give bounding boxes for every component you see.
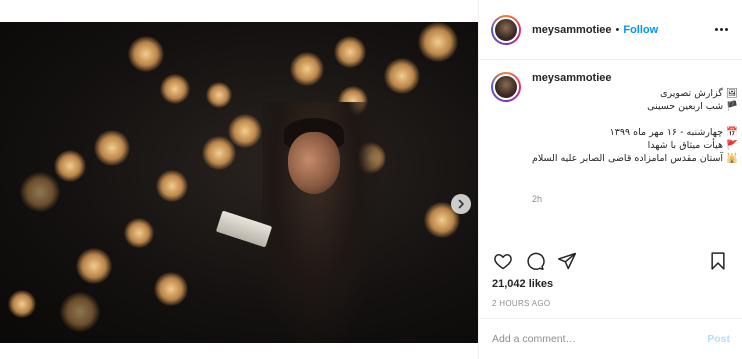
heart-icon xyxy=(494,254,512,270)
caption: meysammotiee 🖼 گزارش تصویری 🏴 شب اربعین … xyxy=(479,60,742,240)
bokeh-light xyxy=(202,136,236,170)
post-comment-button[interactable]: Post xyxy=(707,333,730,345)
bokeh-light xyxy=(20,172,60,212)
caption-avatar[interactable] xyxy=(491,72,521,102)
bokeh-light xyxy=(124,218,154,248)
like-button[interactable] xyxy=(491,249,515,273)
more-options-icon[interactable] xyxy=(713,24,730,35)
bokeh-light xyxy=(54,150,86,182)
caption-line: 🖼 گزارش تصویری xyxy=(660,88,738,99)
bokeh-light xyxy=(94,130,130,166)
username-link[interactable]: meysammotiee xyxy=(532,24,612,36)
caption-line xyxy=(532,113,738,126)
bokeh-light xyxy=(76,248,112,284)
post-details-panel: meysammotiee • Follow meysammotiee 🖼 گزا… xyxy=(478,0,742,359)
caption-username-link[interactable]: meysammotiee xyxy=(532,72,738,85)
caption-body: meysammotiee 🖼 گزارش تصویری 🏴 شب اربعین … xyxy=(532,72,738,240)
post-header: meysammotiee • Follow xyxy=(479,0,742,60)
post-photo[interactable] xyxy=(0,22,478,343)
paper-plane-icon xyxy=(557,252,577,270)
bokeh-light xyxy=(154,272,188,306)
person-face xyxy=(288,132,340,194)
action-bar xyxy=(491,246,730,276)
caption-line: 🕌 آستان مقدس امامزاده قاضی الصابر علیه ا… xyxy=(532,153,738,164)
avatar-image xyxy=(493,16,519,43)
bokeh-light xyxy=(384,58,420,94)
follow-button[interactable]: Follow xyxy=(623,24,658,36)
bokeh-light xyxy=(418,22,458,62)
bokeh-light xyxy=(156,170,188,202)
comment-icon xyxy=(527,252,545,271)
caption-line: 🏴 شب اربعین حسینی xyxy=(647,101,738,112)
bokeh-light xyxy=(128,36,164,72)
bokeh-light xyxy=(160,74,190,104)
share-button[interactable] xyxy=(555,249,579,273)
avatar[interactable] xyxy=(491,14,521,45)
bokeh-light xyxy=(206,82,232,108)
caption-line: 📅 چهارشنبه - ۱۶ مهر ماه ۱۳۹۹ xyxy=(609,127,738,138)
bokeh-light xyxy=(334,36,366,68)
caption-text: 🖼 گزارش تصویری 🏴 شب اربعین حسینی 📅 چهارش… xyxy=(532,87,738,165)
comment-button[interactable] xyxy=(523,249,547,273)
bokeh-light xyxy=(60,292,100,332)
caption-timestamp[interactable]: 2h xyxy=(532,193,738,206)
separator-dot: • xyxy=(615,23,620,36)
next-slide-button[interactable] xyxy=(451,194,471,214)
chevron-right-icon xyxy=(458,199,464,209)
likes-count[interactable]: 21,042 likes xyxy=(492,278,553,290)
bookmark-icon xyxy=(711,252,725,270)
caption-line: 🚩 هیأت میثاق با شهدا xyxy=(647,140,738,151)
save-button[interactable] xyxy=(706,249,730,273)
post-timestamp[interactable]: 2 HOURS AGO xyxy=(492,299,550,308)
comment-bar: Post xyxy=(479,318,742,359)
bokeh-light xyxy=(290,52,324,86)
bokeh-light xyxy=(8,290,36,318)
comment-input[interactable] xyxy=(492,333,708,345)
avatar-image xyxy=(493,74,519,100)
